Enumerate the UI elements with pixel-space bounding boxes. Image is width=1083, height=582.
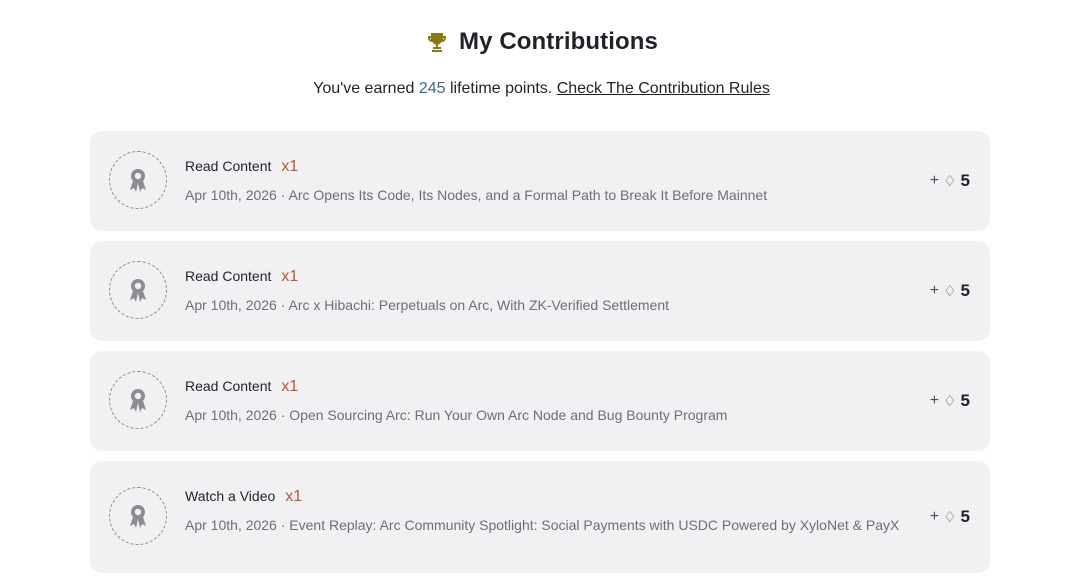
trophy-icon <box>425 30 449 54</box>
award-icon <box>130 505 146 528</box>
action-label: Read Content <box>185 378 272 394</box>
points-value: 245 <box>418 80 446 97</box>
contribution-list: Read Content x1 Apr 10th, 2026 · Arc Ope… <box>90 131 990 582</box>
contribution-card: Watch a Video x1 Apr 10th, 2026 · Event … <box>90 461 990 573</box>
reward-prefix: + <box>929 508 940 525</box>
action-label: Read Content <box>185 158 272 174</box>
award-icon <box>130 389 146 412</box>
diamond-icon: ♢ <box>943 393 957 410</box>
card-body: Read Content x1 Apr 10th, 2026 · Arc Ope… <box>185 158 915 206</box>
contribution-meta: Apr 10th, 2026 · Open Sourcing Arc: Run … <box>185 407 728 423</box>
contribution-meta: Apr 10th, 2026 · Arc Opens Its Code, Its… <box>185 187 768 203</box>
contributions-page: My Contributions You've earned 245 lifet… <box>0 0 1083 582</box>
award-badge <box>109 261 167 319</box>
reward-value: 5 <box>960 281 970 300</box>
multiplier: x1 <box>281 378 299 395</box>
diamond-icon: ♢ <box>943 509 957 526</box>
points-suffix: lifetime points. <box>449 80 553 97</box>
multiplier: x1 <box>281 158 299 175</box>
card-body: Read Content x1 Apr 10th, 2026 · Open So… <box>185 378 915 426</box>
action-label: Watch a Video <box>185 488 276 504</box>
action-label: Read Content <box>185 268 272 284</box>
award-badge <box>109 151 167 209</box>
award-badge <box>109 487 167 545</box>
contribution-card: Read Content x1 Apr 10th, 2026 · Open So… <box>90 351 990 451</box>
contribution-rules-link[interactable]: Check The Contribution Rules <box>557 80 770 97</box>
action-row: Read Content x1 <box>185 158 915 176</box>
action-row: Watch a Video x1 <box>185 488 915 506</box>
card-body: Watch a Video x1 Apr 10th, 2026 · Event … <box>185 488 915 536</box>
card-body: Read Content x1 Apr 10th, 2026 · Arc x H… <box>185 268 915 316</box>
reward-value: 5 <box>960 507 970 526</box>
contribution-card: Read Content x1 Apr 10th, 2026 · Arc x H… <box>90 241 990 341</box>
action-row: Read Content x1 <box>185 378 915 396</box>
multiplier: x1 <box>281 268 299 285</box>
reward-value: 5 <box>960 171 970 190</box>
reward-value: 5 <box>960 391 970 410</box>
reward: + ♢ 5 <box>930 507 970 527</box>
reward: + ♢ 5 <box>930 171 970 191</box>
award-icon <box>130 279 146 302</box>
diamond-icon: ♢ <box>943 283 957 300</box>
reward-prefix: + <box>929 172 940 189</box>
page-header: My Contributions <box>0 28 1083 59</box>
action-row: Read Content x1 <box>185 268 915 286</box>
title-row: My Contributions <box>425 28 658 56</box>
contribution-meta: Apr 10th, 2026 · Event Replay: Arc Commu… <box>185 517 900 533</box>
page-title: My Contributions <box>459 28 658 55</box>
multiplier: x1 <box>285 488 303 505</box>
diamond-icon: ♢ <box>943 173 957 190</box>
award-badge <box>109 371 167 429</box>
points-summary: You've earned 245 lifetime points. Check… <box>0 80 1083 98</box>
contribution-card: Read Content x1 Apr 10th, 2026 · Arc Ope… <box>90 131 990 231</box>
reward: + ♢ 5 <box>930 281 970 301</box>
award-icon <box>130 169 146 192</box>
contribution-meta: Apr 10th, 2026 · Arc x Hibachi: Perpetua… <box>185 297 670 313</box>
points-prefix: You've earned <box>313 80 415 97</box>
reward-prefix: + <box>929 392 940 409</box>
reward-prefix: + <box>929 282 940 299</box>
reward: + ♢ 5 <box>930 391 970 411</box>
